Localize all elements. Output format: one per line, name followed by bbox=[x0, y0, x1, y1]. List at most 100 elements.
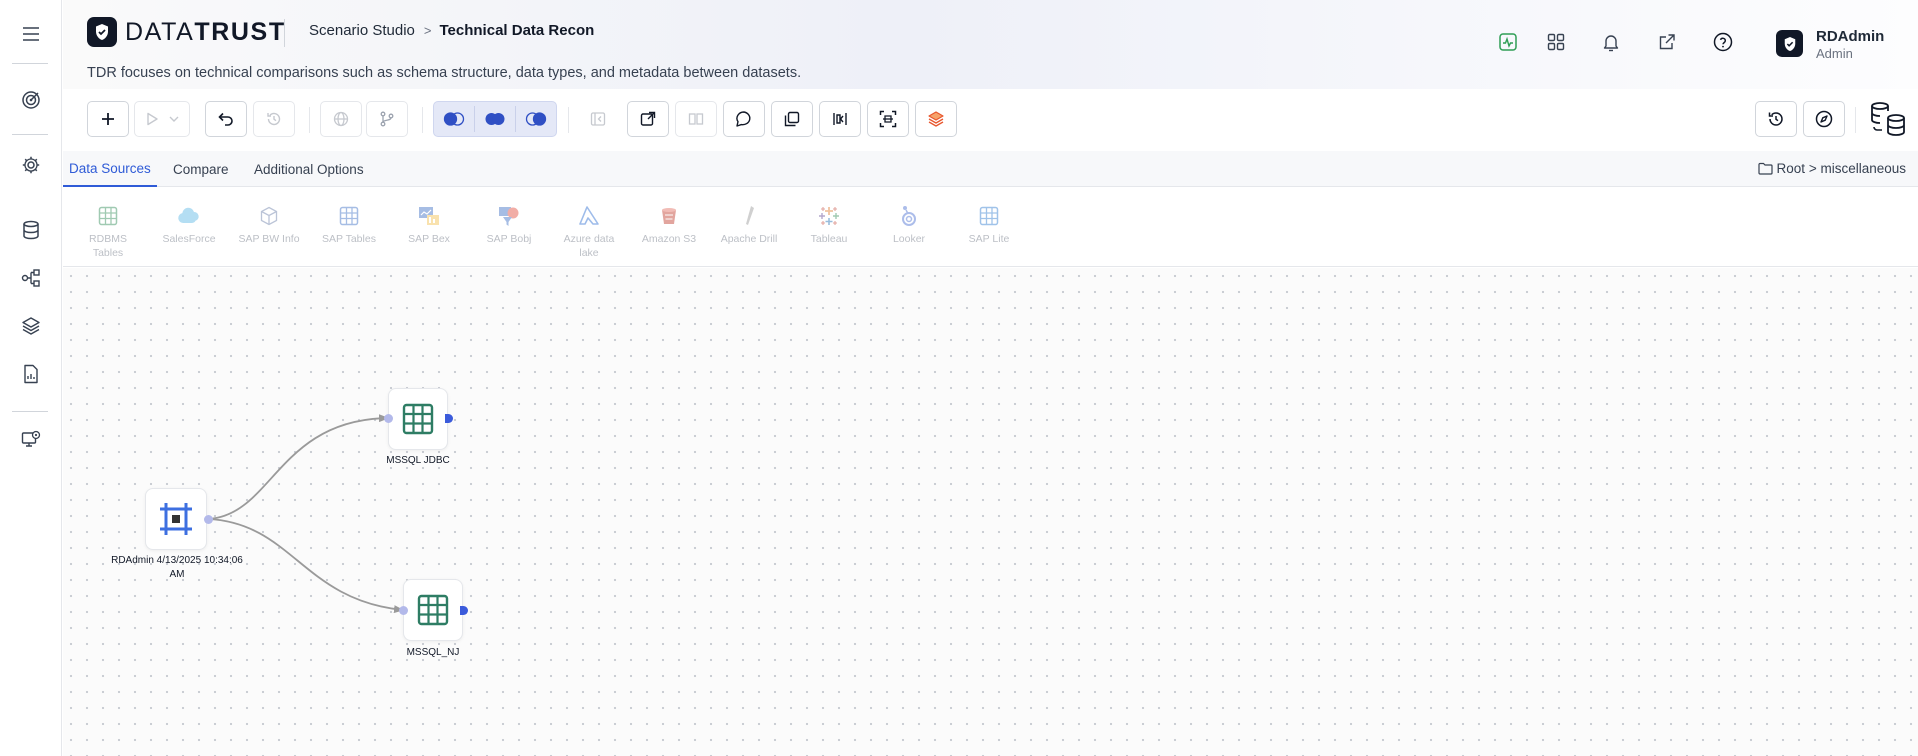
database-icon[interactable] bbox=[17, 216, 45, 244]
user-menu[interactable]: RDAdmin Admin bbox=[1776, 28, 1884, 61]
globe-button[interactable] bbox=[320, 101, 362, 137]
header-divider bbox=[284, 19, 285, 47]
palette-item-apache-drill[interactable]: Apache Drill bbox=[709, 204, 789, 246]
toolbar-divider bbox=[422, 107, 423, 133]
help-icon[interactable] bbox=[1712, 31, 1734, 53]
rail-divider bbox=[12, 411, 48, 412]
palette-item-sap-bobj[interactable]: SAP Bobj bbox=[469, 204, 549, 246]
palette-item-tableau[interactable]: Tableau bbox=[789, 204, 869, 246]
bucket-icon bbox=[657, 204, 681, 228]
external-link-icon[interactable] bbox=[1656, 31, 1678, 53]
avatar bbox=[1776, 30, 1803, 57]
node-mssql-nj[interactable] bbox=[403, 579, 463, 641]
azure-icon bbox=[577, 204, 601, 228]
tab-data-sources[interactable]: Data Sources bbox=[63, 151, 157, 187]
palette-item-sap-bex[interactable]: SAP Bex bbox=[389, 204, 469, 246]
palette-label: SAP Bex bbox=[408, 233, 450, 245]
gear-icon[interactable] bbox=[17, 151, 45, 179]
datasource-palette: RDBMS Tables SalesForce SAP BW Info SAP … bbox=[63, 187, 1918, 267]
node-label: MSSQL_NJ bbox=[406, 647, 460, 658]
compare-split-button[interactable] bbox=[675, 101, 717, 137]
tab-compare[interactable]: Compare bbox=[167, 151, 235, 187]
palette-label: SAP Tables bbox=[322, 233, 376, 245]
rail-divider bbox=[12, 63, 48, 64]
node-mssql-jdbc[interactable] bbox=[388, 388, 448, 450]
left-rail bbox=[0, 0, 62, 756]
report-icon[interactable] bbox=[17, 360, 45, 388]
palette-label: RDBMS Tables bbox=[89, 233, 127, 259]
apps-grid-icon[interactable] bbox=[1545, 31, 1567, 53]
history-button[interactable] bbox=[253, 101, 295, 137]
lineage-icon[interactable] bbox=[17, 264, 45, 292]
comment-button[interactable] bbox=[723, 101, 765, 137]
layers-stack-button[interactable] bbox=[915, 101, 957, 137]
palette-label: SAP Bobj bbox=[486, 233, 532, 245]
join-right-button[interactable] bbox=[516, 102, 556, 136]
palette-label: Tableau bbox=[810, 233, 848, 245]
compass-button[interactable] bbox=[1803, 101, 1845, 137]
palette-label: Azure data lake bbox=[563, 233, 615, 259]
join-left-button[interactable] bbox=[434, 102, 474, 136]
palette-item-sap-bw-info[interactable]: SAP BW Info bbox=[229, 204, 309, 246]
join-type-group bbox=[433, 101, 557, 137]
node-input-port[interactable] bbox=[399, 606, 408, 615]
database-compare-icon[interactable] bbox=[1865, 97, 1911, 141]
align-button[interactable] bbox=[819, 101, 861, 137]
fit-view-button[interactable] bbox=[867, 101, 909, 137]
user-role: Admin bbox=[1816, 46, 1853, 61]
tableau-icon bbox=[817, 204, 841, 228]
node-label: RDAdmin 4/13/2025 10:34:06 AM bbox=[111, 555, 243, 580]
folder-path-text: Root > miscellaneous bbox=[1776, 161, 1906, 176]
palette-item-sap-lite[interactable]: SAP Lite bbox=[949, 204, 1029, 246]
folder-path[interactable]: Root > miscellaneous bbox=[1757, 161, 1906, 176]
folder-icon bbox=[1757, 162, 1773, 175]
node-source[interactable] bbox=[145, 488, 207, 550]
logo-word-trust: TRUST bbox=[194, 17, 286, 46]
edges-layer bbox=[208, 414, 404, 614]
target-icon[interactable] bbox=[17, 86, 45, 114]
bell-icon[interactable] bbox=[1600, 31, 1622, 53]
palette-item-rdbms-tables[interactable]: RDBMS Tables bbox=[68, 204, 148, 260]
menu-icon[interactable] bbox=[17, 20, 45, 48]
monitor-settings-icon[interactable] bbox=[17, 425, 45, 453]
looker-icon bbox=[897, 204, 921, 228]
layers-icon[interactable] bbox=[17, 312, 45, 340]
join-inner-button[interactable] bbox=[475, 102, 515, 136]
palette-item-azure-data-lake[interactable]: Azure data lake bbox=[549, 204, 629, 260]
collapse-panel-button[interactable] bbox=[577, 101, 619, 137]
palette-item-sap-tables[interactable]: SAP Tables bbox=[309, 204, 389, 246]
palette-label: Amazon S3 bbox=[641, 233, 697, 245]
table-icon bbox=[402, 403, 434, 435]
tab-additional-options[interactable]: Additional Options bbox=[248, 151, 370, 187]
palette-label: Apache Drill bbox=[720, 233, 778, 245]
breadcrumb-parent[interactable]: Scenario Studio bbox=[309, 22, 415, 39]
palette-item-amazon-s3[interactable]: Amazon S3 bbox=[629, 204, 709, 246]
page-title: Technical Data Recon bbox=[439, 22, 595, 39]
logo-word-data: DATA bbox=[125, 17, 195, 46]
node-output-port[interactable] bbox=[204, 515, 213, 524]
palette-item-salesforce[interactable]: SalesForce bbox=[149, 204, 229, 246]
undo-button[interactable] bbox=[205, 101, 247, 137]
activity-icon[interactable] bbox=[1497, 31, 1519, 53]
duplicate-button[interactable] bbox=[771, 101, 813, 137]
run-button[interactable] bbox=[134, 101, 190, 137]
palette-item-looker[interactable]: Looker bbox=[869, 204, 949, 246]
datatrust-logo[interactable]: DATATRUST bbox=[87, 17, 286, 47]
logo-wordmark: DATATRUST bbox=[125, 18, 286, 47]
frame-icon bbox=[160, 503, 192, 535]
node-input-port[interactable] bbox=[384, 414, 393, 423]
restore-button[interactable] bbox=[1755, 101, 1797, 137]
shield-icon bbox=[87, 17, 117, 47]
branch-button[interactable] bbox=[366, 101, 408, 137]
node-label: MSSQL JDBC bbox=[386, 455, 450, 466]
open-external-button[interactable] bbox=[627, 101, 669, 137]
edge-to-mssql-jdbc[interactable] bbox=[208, 414, 389, 520]
cube-icon bbox=[257, 204, 281, 228]
palette-label: SalesForce bbox=[162, 233, 216, 245]
flow-canvas[interactable]: RDAdmin 4/13/2025 10:34:06 AM MSSQL JDBC… bbox=[63, 268, 1918, 756]
tabs-bar: Data Sources Compare Additional Options … bbox=[63, 151, 1918, 187]
user-name: RDAdmin bbox=[1816, 28, 1885, 45]
table-icon bbox=[96, 204, 120, 228]
add-button[interactable] bbox=[87, 101, 129, 137]
table-icon bbox=[417, 594, 449, 626]
